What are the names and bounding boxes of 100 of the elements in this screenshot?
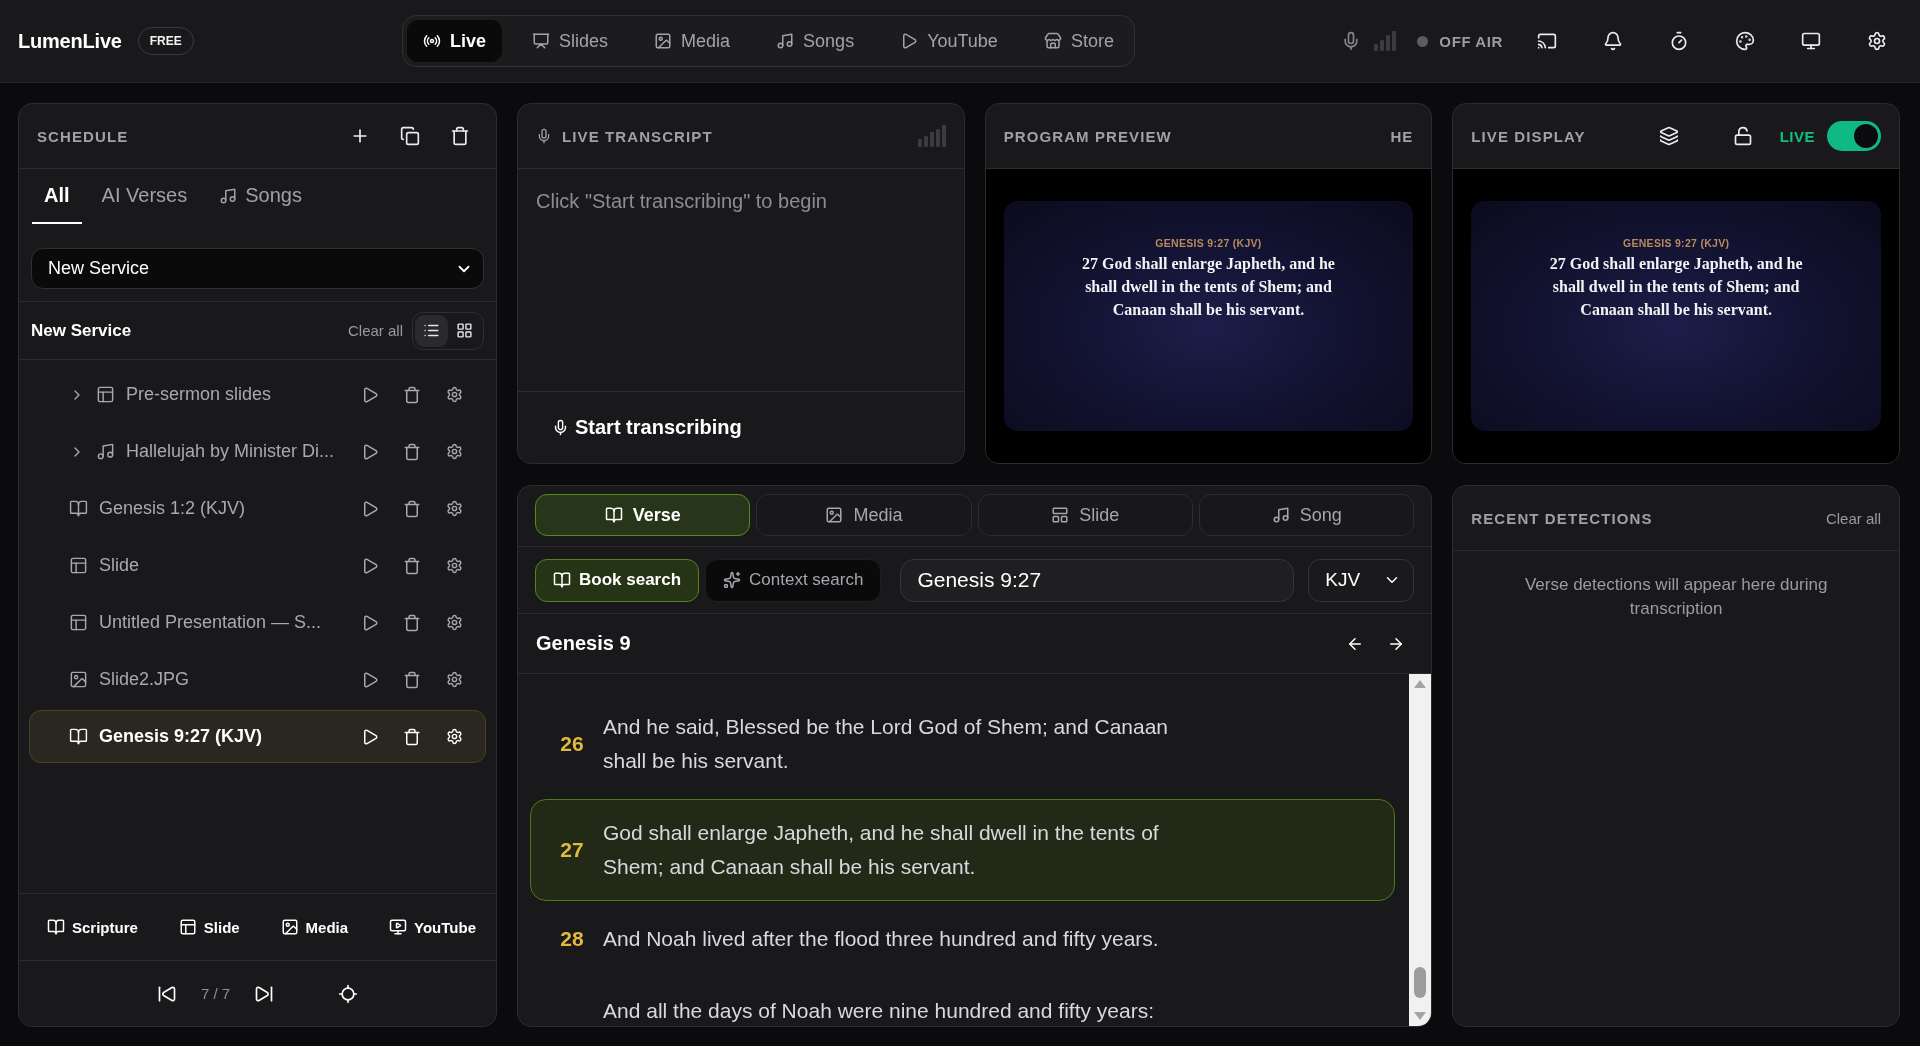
list-view-button[interactable] (415, 314, 448, 347)
start-transcribing-button[interactable]: Start transcribing (536, 408, 758, 447)
play-icon[interactable] (361, 727, 379, 746)
unlocked-icon[interactable] (1732, 126, 1753, 146)
settings-icon[interactable] (445, 557, 463, 574)
clear-all-button[interactable]: Clear all (1825, 505, 1881, 531)
notifications-icon[interactable] (1603, 31, 1623, 51)
trash-icon[interactable] (403, 385, 421, 404)
palette-icon[interactable] (1735, 31, 1755, 51)
music-note-icon (1271, 506, 1290, 524)
content-tab[interactable]: Song (1199, 494, 1415, 536)
content-tab[interactable]: Slide (977, 494, 1193, 536)
empty-state-message: Click "Start transcribing" to begin (536, 190, 828, 213)
layers-icon[interactable] (1658, 126, 1679, 146)
slide-reference: GENESIS 9:27 (KJV) (1622, 236, 1730, 249)
translation-select[interactable]: KJV (1308, 558, 1415, 602)
panel-layout-icon (178, 918, 197, 936)
schedule-tab[interactable]: All (32, 169, 82, 224)
music-note-icon (96, 442, 115, 461)
grid-icon (456, 322, 473, 339)
add-item-button[interactable]: Slide (178, 912, 240, 942)
content-tab[interactable]: Media (756, 494, 972, 536)
schedule-item[interactable]: Hallelujah by Minister Di... (29, 425, 486, 478)
open-book-icon (47, 918, 65, 936)
panel-layout-icon (69, 613, 88, 632)
chapter-title: Genesis 9 (536, 632, 631, 655)
microphone-icon (552, 419, 569, 436)
search-mode-button[interactable]: Book search (535, 558, 700, 602)
nav-tab[interactable]: Live (407, 20, 503, 62)
trash-icon[interactable] (403, 613, 421, 632)
trash-icon[interactable] (403, 727, 421, 746)
settings-icon[interactable] (445, 614, 463, 631)
trash-icon[interactable] (403, 556, 421, 575)
play-icon[interactable] (361, 613, 379, 632)
nav-tab[interactable]: Store (1027, 20, 1130, 62)
nav-tab[interactable]: YouTube (884, 20, 1014, 62)
search-mode-button[interactable]: Context search (705, 558, 882, 602)
panel-title: LIVE DISPLAY (1471, 127, 1586, 145)
schedule-item[interactable]: Slide (29, 539, 486, 592)
schedule-tab[interactable]: Songs (207, 169, 314, 224)
service-select[interactable]: New Service (31, 248, 484, 289)
broadcast-icon (423, 32, 441, 50)
trash-icon[interactable] (403, 670, 421, 689)
live-toggle[interactable] (1827, 121, 1881, 151)
schedule-item[interactable]: Genesis 9:27 (KJV) (29, 710, 486, 763)
live-label: LIVE (1779, 127, 1815, 145)
preview-label: HE (1390, 127, 1414, 145)
trash-icon[interactable] (403, 442, 421, 461)
verse-row[interactable]: And all the days of Noah were nine hundred and fifty years: (530, 977, 1396, 1026)
play-icon[interactable] (361, 385, 379, 404)
verse-row[interactable]: 26 And he said, Blessed be the Lord God of Shem; and Canaan shall be his servant. (530, 693, 1396, 795)
scrollbar[interactable] (1409, 674, 1432, 1026)
open-book-icon (69, 727, 88, 746)
cast-icon[interactable] (1537, 31, 1557, 51)
add-item-button[interactable]: Scripture (47, 912, 138, 942)
panel-title: RECENT DETECTIONS (1471, 509, 1653, 527)
nav-tab[interactable]: Songs (760, 20, 871, 62)
monitor-icon[interactable] (1801, 31, 1821, 51)
play-icon[interactable] (361, 556, 379, 575)
crosshair-icon[interactable] (338, 983, 359, 1004)
copy-icon[interactable] (400, 126, 420, 146)
schedule-item-label: Slide (99, 555, 141, 576)
play-icon[interactable] (361, 670, 379, 689)
schedule-item-label: Hallelujah by Minister Di... (126, 441, 336, 462)
search-field[interactable]: Genesis 9:27 (900, 558, 1295, 602)
nav-tab[interactable]: Media (638, 20, 747, 62)
verse-text: And he said, Blessed be the Lord God of Shem; and Canaan shall be his servant. (603, 714, 1170, 774)
schedule-item[interactable]: Genesis 1:2 (KJV) (29, 482, 486, 535)
presentation-icon (532, 32, 551, 50)
trash-icon[interactable] (450, 126, 470, 146)
list-title: New Service (31, 320, 132, 341)
sparkles-icon (723, 571, 742, 589)
settings-icon[interactable] (445, 386, 463, 403)
panel-title: LIVE TRANSCRIPT (562, 127, 713, 145)
verse-number: 28 (559, 927, 585, 951)
settings-icon[interactable] (445, 443, 463, 460)
schedule-item-label: Slide2.JPG (99, 669, 191, 690)
timer-icon[interactable] (1669, 31, 1689, 51)
nav-tab[interactable]: Slides (516, 20, 625, 62)
panel-layout-icon (69, 556, 88, 575)
content-tab[interactable]: Verse (535, 494, 751, 536)
add-item-button[interactable]: Media (280, 912, 349, 942)
add-item-button[interactable]: YouTube (389, 912, 476, 942)
settings-icon[interactable] (445, 500, 463, 517)
verse-row[interactable]: 28 And Noah lived after the flood three hundred and fifty years. (530, 905, 1396, 973)
open-book-icon (604, 506, 623, 524)
schedule-item[interactable]: Pre-sermon slides (29, 368, 486, 421)
play-icon[interactable] (361, 499, 379, 518)
schedule-item-label: Untitled Presentation — S... (99, 612, 323, 633)
schedule-item[interactable]: Slide2.JPG (29, 653, 486, 706)
list-icon (423, 322, 440, 339)
scrollbar-thumb[interactable] (1414, 967, 1427, 998)
play-icon[interactable] (361, 442, 379, 461)
verse-row[interactable]: 27 God shall enlarge Japheth, and he shall dwell in the tents of Shem; and Canaan shall be his servant. (530, 799, 1396, 901)
settings-icon[interactable] (445, 671, 463, 688)
clear-all-button[interactable]: Clear all (347, 318, 403, 343)
schedule-item[interactable]: Untitled Presentation — S... (29, 596, 486, 649)
schedule-tab[interactable]: AI Verses (89, 169, 200, 224)
trash-icon[interactable] (403, 499, 421, 518)
broadcast-status: OFF AIR (1439, 32, 1503, 50)
